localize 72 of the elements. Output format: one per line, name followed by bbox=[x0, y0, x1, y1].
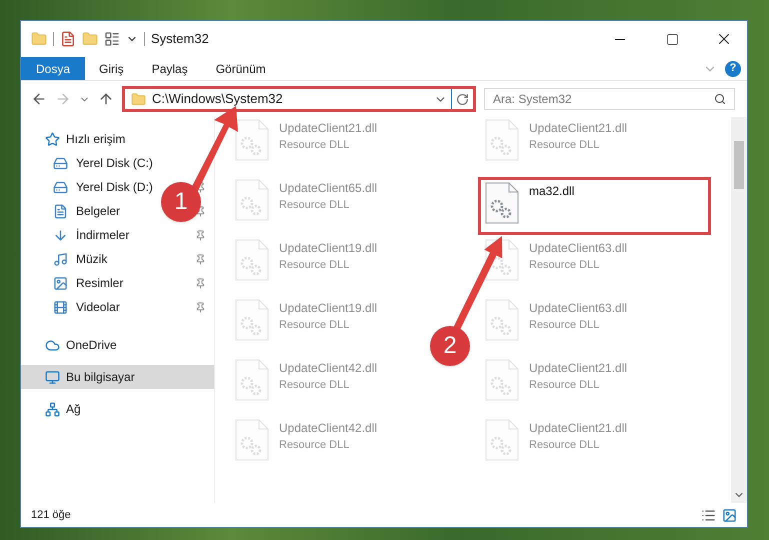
dll-file-icon bbox=[235, 119, 269, 161]
scrollbar-thumb[interactable] bbox=[734, 141, 744, 189]
address-text: C:\Windows\System32 bbox=[152, 90, 284, 108]
address-field[interactable]: C:\Windows\System32 bbox=[122, 86, 476, 112]
cloud-icon bbox=[45, 338, 60, 352]
status-count: 121 öğe bbox=[31, 508, 71, 523]
dll-file-icon bbox=[485, 299, 519, 341]
monitor-icon bbox=[45, 370, 60, 384]
dll-file-icon bbox=[485, 119, 519, 161]
download-arrow-icon bbox=[53, 228, 68, 242]
sidebar-item[interactable]: Yerel Disk (D:) bbox=[47, 175, 159, 199]
sidebar-item[interactable]: Ağ bbox=[21, 397, 214, 421]
maximize-icon bbox=[666, 32, 678, 46]
help-icon[interactable]: ? bbox=[725, 60, 741, 76]
sidebar-item[interactable]: OneDrive bbox=[21, 333, 214, 357]
pin-icon[interactable] bbox=[195, 302, 206, 312]
sidebar-label: Resimler bbox=[76, 275, 124, 292]
music-note-icon bbox=[53, 252, 68, 266]
sidebar-label: Yerel Disk (C:) bbox=[76, 155, 153, 172]
view-icon[interactable] bbox=[104, 31, 120, 47]
details-view-icon[interactable] bbox=[701, 508, 716, 522]
sidebar-item[interactable]: Yerel Disk (C:) bbox=[47, 151, 159, 175]
search-field[interactable]: Ara: System32 bbox=[484, 88, 735, 110]
film-icon bbox=[53, 300, 68, 314]
network-icon bbox=[45, 402, 60, 416]
sidebar-label: Hızlı erişim bbox=[66, 131, 126, 148]
sidebar-label: Bu bilgisayar bbox=[66, 369, 135, 386]
document-icon bbox=[53, 204, 68, 218]
pin-icon[interactable] bbox=[195, 254, 206, 264]
ribbon-tab[interactable]: Giriş bbox=[85, 57, 138, 80]
sidebar-label: Yerel Disk (D:) bbox=[76, 179, 153, 196]
sidebar-label: İndirmeler bbox=[76, 227, 130, 244]
dll-file-icon bbox=[235, 359, 269, 401]
file-item[interactable]: ma32.dll bbox=[478, 177, 711, 235]
properties-icon[interactable] bbox=[60, 31, 76, 47]
file-name: ma32.dll bbox=[529, 183, 574, 200]
refresh-icon[interactable] bbox=[456, 92, 469, 106]
dll-file-icon bbox=[485, 182, 519, 224]
drive-icon bbox=[53, 156, 68, 170]
pin-icon[interactable] bbox=[195, 278, 206, 288]
sidebar-label: Videolar bbox=[76, 299, 120, 316]
dll-file-icon bbox=[485, 359, 519, 401]
dll-file-icon bbox=[485, 419, 519, 461]
sidebar-item[interactable]: Hızlı erişim bbox=[21, 127, 214, 151]
star-icon bbox=[45, 132, 60, 146]
dll-file-icon bbox=[235, 239, 269, 281]
window-title: System32 bbox=[151, 30, 209, 48]
dll-file-icon bbox=[235, 419, 269, 461]
pin-icon[interactable] bbox=[195, 230, 206, 240]
sidebar-label: Belgeler bbox=[76, 203, 120, 220]
sidebar-label: Müzik bbox=[76, 251, 108, 268]
large-icons-view-icon[interactable] bbox=[722, 508, 737, 522]
sidebar-item[interactable]: Bu bilgisayar bbox=[21, 365, 214, 389]
search-input[interactable]: Ara: System32 bbox=[493, 90, 714, 108]
sidebar-item[interactable]: İndirmeler bbox=[47, 223, 136, 247]
sidebar-item[interactable]: Resimler bbox=[47, 271, 130, 295]
sidebar-label: OneDrive bbox=[66, 337, 117, 354]
drive-icon bbox=[53, 180, 68, 194]
search-icon[interactable] bbox=[714, 93, 726, 105]
minimize-icon bbox=[615, 38, 625, 40]
ribbon-tab[interactable]: Görünüm bbox=[202, 57, 280, 80]
folder-icon bbox=[131, 92, 146, 106]
scrollbar[interactable] bbox=[731, 117, 747, 503]
sidebar-label: Ağ bbox=[66, 401, 81, 418]
sidebar-item[interactable]: Belgeler bbox=[47, 199, 126, 223]
picture-icon bbox=[53, 276, 68, 290]
dll-file-icon bbox=[235, 179, 269, 221]
ribbon-tab[interactable]: Dosya bbox=[21, 57, 86, 80]
dll-file-icon bbox=[235, 299, 269, 341]
sidebar-item[interactable]: Videolar bbox=[47, 295, 126, 319]
sidebar-item[interactable]: Müzik bbox=[47, 247, 114, 271]
ribbon-tab[interactable]: Paylaş bbox=[138, 57, 202, 80]
